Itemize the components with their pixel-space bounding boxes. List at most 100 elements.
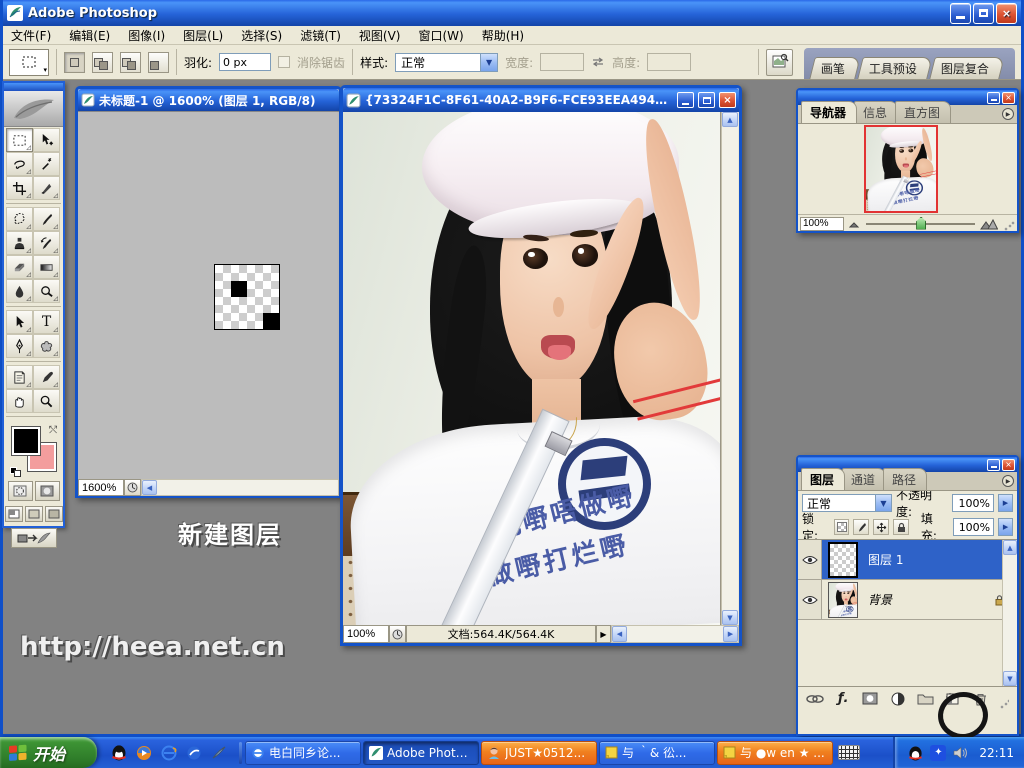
layer1-name[interactable]: 图层 1 — [868, 551, 903, 568]
slice-tool[interactable]: ◿ — [33, 176, 60, 200]
palette-menu-icon[interactable]: ▶ — [1002, 475, 1014, 487]
height-input[interactable] — [647, 53, 691, 71]
palette-close-button[interactable]: × — [1002, 92, 1015, 104]
layer1-thumbnail[interactable] — [828, 542, 858, 578]
doc2-horizontal-scrollbar[interactable]: ◀ ▶ — [611, 625, 739, 643]
scroll-left-icon[interactable]: ◀ — [612, 626, 627, 642]
type-tool[interactable]: T◿ — [33, 310, 60, 334]
scroll-down-icon[interactable]: ▼ — [1003, 671, 1017, 686]
tab-histogram[interactable]: 直方图 — [895, 101, 951, 123]
canvas-transparent-checkerboard[interactable] — [214, 264, 280, 330]
lock-transparency-icon[interactable] — [834, 519, 850, 535]
style-select[interactable]: 正常 ▼ — [395, 53, 498, 72]
navigator-zoom-slider[interactable] — [866, 223, 975, 225]
clone-stamp-tool[interactable]: ◿ — [6, 231, 33, 255]
palette-minimize-button[interactable] — [987, 459, 1000, 471]
input-method-keyboard-icon[interactable] — [838, 745, 860, 760]
qq-icon[interactable] — [111, 744, 127, 761]
eyedropper-tool[interactable]: ◿ — [33, 365, 60, 389]
well-tab-tool-presets[interactable]: 工具预设 — [857, 57, 933, 79]
doc2-minimize-button[interactable] — [677, 92, 694, 108]
menu-file[interactable]: 文件(F) — [11, 27, 51, 44]
jump-to-imageready-button[interactable] — [11, 528, 57, 548]
new-group-icon[interactable] — [917, 691, 934, 707]
opacity-popup-icon[interactable]: ▶ — [998, 494, 1013, 512]
eraser-tool[interactable]: ◿ — [6, 255, 33, 279]
path-selection-tool[interactable]: ◿ — [6, 310, 33, 334]
history-brush-tool[interactable]: ◿ — [33, 231, 60, 255]
default-colors-icon[interactable] — [10, 467, 22, 477]
menu-edit[interactable]: 编辑(E) — [69, 27, 110, 44]
doc2-titlebar[interactable]: {73324F1C-8F61-40A2-B9F6-FCE93EEA4944}..… — [343, 88, 739, 112]
fill-field[interactable]: 100% — [953, 518, 995, 536]
selection-mode-subtract-button[interactable] — [120, 52, 141, 73]
brush-tool[interactable]: ◿ — [33, 207, 60, 231]
doc2-maximize-button[interactable] — [698, 92, 715, 108]
status-flyout-icon[interactable]: ▶ — [596, 625, 611, 643]
zoom-in-icon[interactable] — [980, 218, 998, 230]
taskbar-button-photoshop[interactable]: Adobe Photo... — [363, 741, 479, 765]
layer-mask-icon[interactable] — [862, 691, 878, 707]
chevron-down-icon[interactable]: ▼ — [480, 54, 497, 71]
custom-shape-tool[interactable]: ◿ — [33, 334, 60, 358]
blur-tool[interactable]: ◿ — [6, 279, 33, 303]
scroll-left-icon[interactable]: ◀ — [142, 480, 157, 495]
document-size-readout[interactable]: 文档:564.4K/564.4K — [406, 625, 596, 643]
scroll-right-icon[interactable]: ▶ — [723, 626, 738, 642]
lock-all-icon[interactable] — [893, 519, 909, 535]
pen-tool[interactable]: ◿ — [6, 334, 33, 358]
visibility-eye-icon[interactable] — [798, 540, 822, 579]
current-tool-preview[interactable]: ▾ — [9, 49, 49, 76]
zoom-tool[interactable] — [33, 389, 60, 413]
scroll-down-icon[interactable]: ▼ — [722, 610, 738, 625]
doc1-horizontal-scrollbar[interactable]: ◀ — [141, 479, 339, 496]
status-info-icon[interactable] — [389, 625, 406, 643]
start-button[interactable]: 开始 — [0, 737, 97, 768]
layer-row-layer1[interactable]: 图层 1 — [798, 540, 1017, 580]
status-info-icon[interactable] — [124, 479, 141, 496]
doc2-canvas-photo[interactable]: 吃嘢唔做嘢 做嘢打烂嘢 — [343, 112, 721, 625]
well-tab-brushes[interactable]: 画笔 — [809, 57, 861, 79]
media-player-icon[interactable] — [136, 745, 152, 761]
menu-layer[interactable]: 图层(L) — [183, 27, 223, 44]
foreground-color-swatch[interactable] — [12, 427, 40, 455]
healing-brush-tool[interactable]: ◿ — [6, 207, 33, 231]
app-titlebar[interactable]: Adobe Photoshop × — [3, 0, 1021, 26]
doc1-canvas-area[interactable] — [78, 111, 339, 479]
menu-window[interactable]: 窗口(W) — [418, 27, 463, 44]
width-input[interactable] — [540, 53, 584, 71]
selection-mode-intersect-button[interactable] — [148, 52, 169, 73]
feather-input[interactable] — [219, 53, 271, 71]
palette-close-button[interactable]: × — [1002, 459, 1015, 471]
swap-colors-icon[interactable]: ⤲ — [49, 425, 57, 436]
maximize-button[interactable] — [973, 3, 994, 24]
menu-view[interactable]: 视图(V) — [359, 27, 401, 44]
navigator-proxy-view[interactable]: 吃嘢唔做嘢 做嘢打烂嘢 — [864, 125, 938, 213]
dodge-tool[interactable]: ◿ — [33, 279, 60, 303]
well-tab-layer-comps[interactable]: 图层复合 — [929, 57, 1005, 79]
visibility-eye-icon[interactable] — [798, 580, 822, 619]
resize-grip[interactable] — [1003, 220, 1015, 232]
layers-scrollbar[interactable]: ▲ ▼ — [1002, 540, 1017, 686]
doc2-vertical-scrollbar[interactable]: ▲ ▼ — [721, 112, 738, 625]
layer-row-background[interactable]: 吃嘢唔做嘢 做嘢打烂嘢 背景 — [798, 580, 1017, 620]
standard-screen-mode-button[interactable] — [5, 506, 23, 522]
gradient-tool[interactable]: ◿ — [33, 255, 60, 279]
antialias-checkbox[interactable] — [278, 56, 290, 68]
crop-tool[interactable]: ◿ — [6, 176, 33, 200]
adjustment-layer-icon[interactable] — [890, 691, 906, 707]
minimize-button[interactable] — [950, 3, 971, 24]
zoom-out-icon[interactable] — [849, 220, 861, 228]
doc1-zoom-field[interactable] — [78, 479, 124, 496]
volume-icon[interactable] — [952, 744, 969, 761]
close-button[interactable]: × — [996, 3, 1017, 24]
taskbar-button-forum[interactable]: 电白同乡论... — [245, 741, 361, 765]
menu-filter[interactable]: 滤镜(T) — [300, 27, 341, 44]
palette-minimize-button[interactable] — [987, 92, 1000, 104]
hand-tool[interactable] — [6, 389, 33, 413]
taskbar-button-qq-chat[interactable]: JUST★0512... — [481, 741, 597, 765]
chevron-down-icon[interactable]: ▼ — [875, 495, 891, 511]
fullscreen-menubar-mode-button[interactable] — [25, 506, 43, 522]
resize-grip[interactable] — [999, 698, 1009, 710]
selection-mode-new-button[interactable] — [64, 52, 85, 73]
